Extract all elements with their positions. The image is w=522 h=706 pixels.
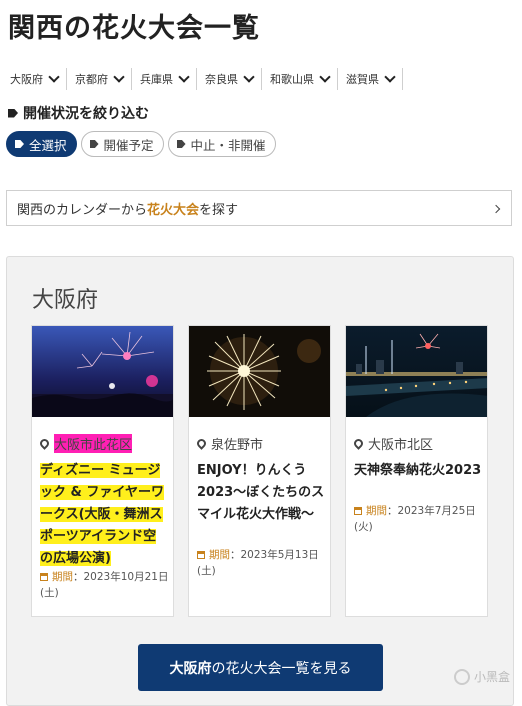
map-pin-icon [352,437,365,450]
location-text: 大阪市此花区 [54,434,133,453]
pref-osaka[interactable]: 大阪府 [6,68,66,90]
period-label: 期間 [52,571,73,583]
calendar-link-prefix: 関西のカレンダーから [17,202,148,218]
pref-kyoto[interactable]: 京都府 [66,68,131,90]
view-region-list-button[interactable]: 大阪府 の花火大会一覧を見る [138,644,383,691]
chevron-right-icon [491,204,501,214]
chevron-down-icon [113,71,125,83]
filter-all-button[interactable]: 全選択 [6,131,77,157]
calendar-icon [354,507,362,515]
calendar-icon [40,573,48,581]
watermark-text: 小黑盒 [473,670,510,684]
watermark-logo-icon [453,668,470,685]
chevron-down-icon [178,71,190,83]
calendar-link[interactable]: 関西のカレンダーから 花火大会 を探す [6,190,512,226]
pill-label: 中止・非開催 [190,137,266,153]
tag-icon [15,140,24,148]
event-name[interactable]: ENJOY！りんくう2023～ぼくたちのスマイル花火大作戦～ [197,460,325,526]
period-label: 期間 [209,549,230,561]
event-card[interactable]: 大阪市此花区 ディズニー ミュージック & ファイヤーワークス(大阪・舞洲スポー… [31,325,174,617]
event-image [346,326,487,417]
map-pin-icon [38,437,51,450]
map-pin-icon [195,437,208,450]
event-location: 大阪市北区 [352,434,434,453]
prefecture-nav: 大阪府 京都府 兵庫県 奈良県 和歌山県 滋賀県 [6,68,403,90]
calendar-link-suffix: を探す [199,202,239,218]
region-section: 大阪府 大阪市此花区 ディズニー ミュージック & ファイヤーワークス(大阪・舞… [6,256,514,706]
filter-cancelled-button[interactable]: 中止・非開催 [167,131,276,157]
calendar-link-highlight: 花火大会 [147,202,200,218]
event-name[interactable]: ディズニー ミュージック & ファイヤーワークス(大阪・舞洲スポーツアイランド空… [40,460,168,570]
region-title: 大阪府 [32,288,99,313]
location-text: 泉佐野市 [211,438,264,453]
event-location: 大阪市此花区 [38,434,133,453]
chevron-down-icon [243,71,255,83]
pref-wakayama[interactable]: 和歌山県 [261,68,337,90]
event-period: 期間：2023年7月25日(火) [354,503,486,535]
pill-label: 開催予定 [103,137,154,153]
location-text: 大阪市北区 [368,438,434,453]
chevron-down-icon [48,71,60,83]
pref-label: 和歌山県 [270,73,314,86]
filter-scheduled-button[interactable]: 開催予定 [80,131,164,157]
event-image [32,326,173,417]
filter-heading-text: 開催状況を絞り込む [23,106,149,122]
filter-heading: 開催状況を絞り込む [8,103,149,123]
pref-label: 京都府 [75,73,108,86]
chevron-down-icon [384,71,396,83]
event-name-text: ディズニー ミュージック & ファイヤーワークス(大阪・舞洲スポーツアイランド空… [40,463,164,566]
pref-nara[interactable]: 奈良県 [196,68,261,90]
period-label: 期間 [366,505,387,517]
event-location: 泉佐野市 [195,434,264,453]
pref-hyogo[interactable]: 兵庫県 [131,68,196,90]
pref-label: 大阪府 [10,73,43,86]
pill-label: 全選択 [29,137,67,153]
page-title: 関西の花火大会一覧 [8,13,260,44]
event-period: 期間：2023年10月21日(土) [40,569,172,601]
chevron-down-icon [319,71,331,83]
tag-icon [8,108,18,118]
filter-pills: 全選択 開催予定 中止・非開催 [6,131,276,157]
tag-icon [89,140,99,148]
event-card[interactable]: 泉佐野市 ENJOY！りんくう2023～ぼくたちのスマイル花火大作戦～ 期間：2… [188,325,331,617]
event-period: 期間：2023年5月13日(土) [197,547,329,579]
cta-strong: 大阪府 [169,660,212,677]
pref-label: 奈良県 [205,73,238,86]
event-card[interactable]: 大阪市北区 天神祭奉納花火2023 期間：2023年7月25日(火) [345,325,488,617]
cta-rest: の花火大会一覧を見る [211,660,352,677]
event-name[interactable]: 天神祭奉納花火2023 [354,460,482,482]
calendar-icon [197,551,205,559]
pref-label: 兵庫県 [140,73,173,86]
event-image [189,326,330,417]
watermark: 小黑盒 [453,668,510,685]
pref-shiga[interactable]: 滋賀県 [337,68,403,90]
event-name-text: ENJOY！りんくう2023～ぼくたちのスマイル花火大作戦～ [197,463,325,522]
tag-icon [176,140,186,148]
event-name-text: 天神祭奉納花火2023 [354,463,482,478]
pref-label: 滋賀県 [346,73,379,86]
